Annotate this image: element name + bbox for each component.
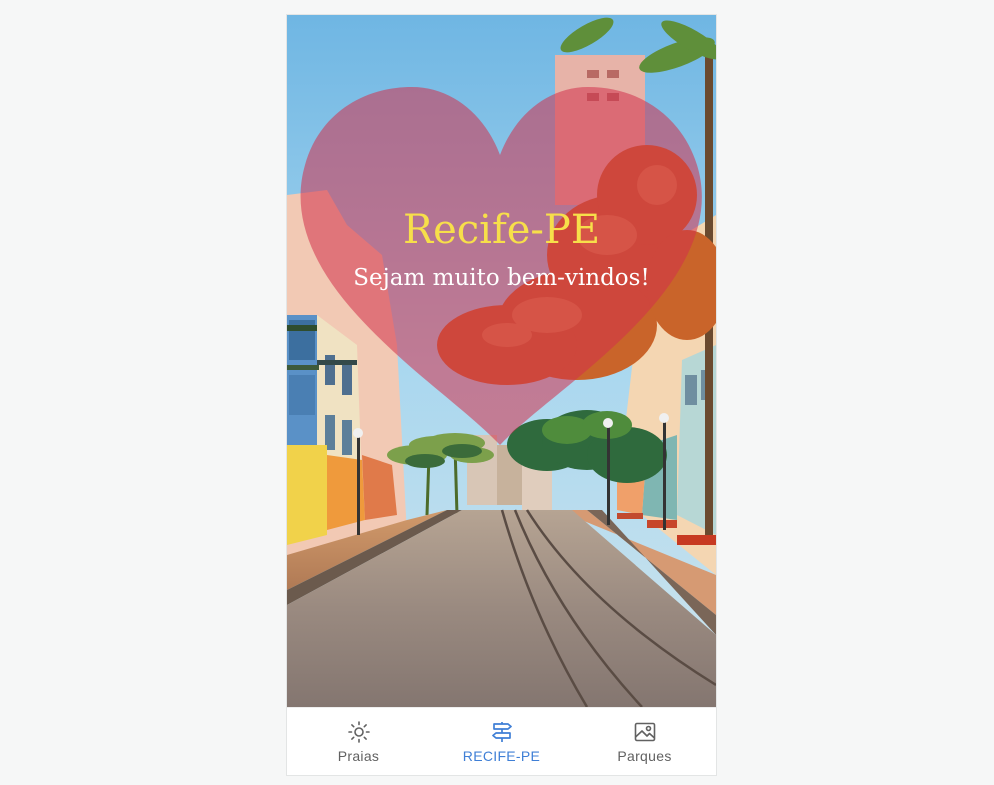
image-icon <box>634 722 655 741</box>
heart-shape <box>300 87 702 445</box>
bottom-navigation: Praias RECIFE-PE Parques <box>287 707 716 775</box>
nav-item-praias[interactable]: Praias <box>287 708 430 775</box>
nav-item-recife-pe[interactable]: RECIFE-PE <box>430 708 573 775</box>
signpost-icon <box>491 721 512 742</box>
sun-icon <box>347 720 370 743</box>
nav-label-parques: Parques <box>617 747 672 764</box>
app-screen: Recife-PE Sejam muito bem-vindos! Praias <box>287 15 716 775</box>
hero-title: Recife-PE <box>402 207 601 253</box>
hero-subtitle: Sejam muito bem-vindos! <box>353 265 650 291</box>
hero-banner: Recife-PE Sejam muito bem-vindos! <box>287 15 716 707</box>
nav-item-parques[interactable]: Parques <box>573 708 716 775</box>
nav-label-recife-pe: RECIFE-PE <box>462 747 541 764</box>
nav-label-praias: Praias <box>337 747 380 764</box>
